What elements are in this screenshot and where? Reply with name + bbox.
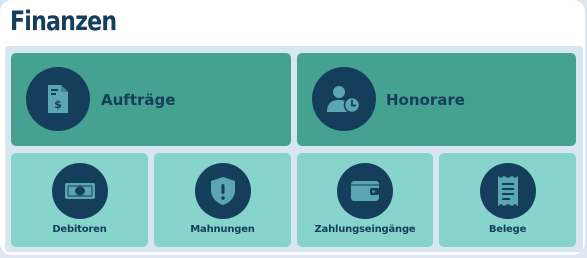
tile-honorare-label: Honorare bbox=[386, 91, 465, 109]
tile-debitoren-label: Debitoren bbox=[52, 224, 107, 235]
shield-alert-icon bbox=[194, 163, 251, 219]
tile-mahnungen[interactable]: Mahnungen bbox=[154, 153, 291, 247]
wallet-icon bbox=[337, 163, 393, 219]
user-clock-icon bbox=[312, 67, 376, 131]
invoice-dollar-icon: $ bbox=[26, 67, 90, 131]
tile-belege[interactable]: Belege bbox=[439, 153, 576, 247]
tile-auftraege-label: Aufträge bbox=[101, 91, 176, 109]
finanzen-card: Finanzen $ Aufträge Honorare Debitoren M… bbox=[0, 0, 585, 255]
tile-zahlungseingaenge[interactable]: Zahlungseingänge bbox=[297, 153, 433, 247]
tile-debitoren[interactable]: Debitoren bbox=[11, 153, 148, 247]
receipt-icon bbox=[479, 163, 536, 219]
tile-honorare[interactable]: Honorare bbox=[297, 53, 576, 146]
banknote-icon bbox=[51, 163, 108, 219]
tile-mahnungen-label: Mahnungen bbox=[190, 224, 255, 235]
tile-auftraege[interactable]: $ Aufträge bbox=[11, 53, 291, 146]
tile-zahlungseingaenge-label: Zahlungseingänge bbox=[314, 224, 416, 235]
tile-belege-label: Belege bbox=[488, 224, 527, 235]
section-title: Finanzen bbox=[10, 6, 117, 37]
svg-text:$: $ bbox=[54, 98, 62, 111]
finance-tiles-panel: $ Aufträge Honorare Debitoren Mahnungen … bbox=[5, 46, 583, 252]
